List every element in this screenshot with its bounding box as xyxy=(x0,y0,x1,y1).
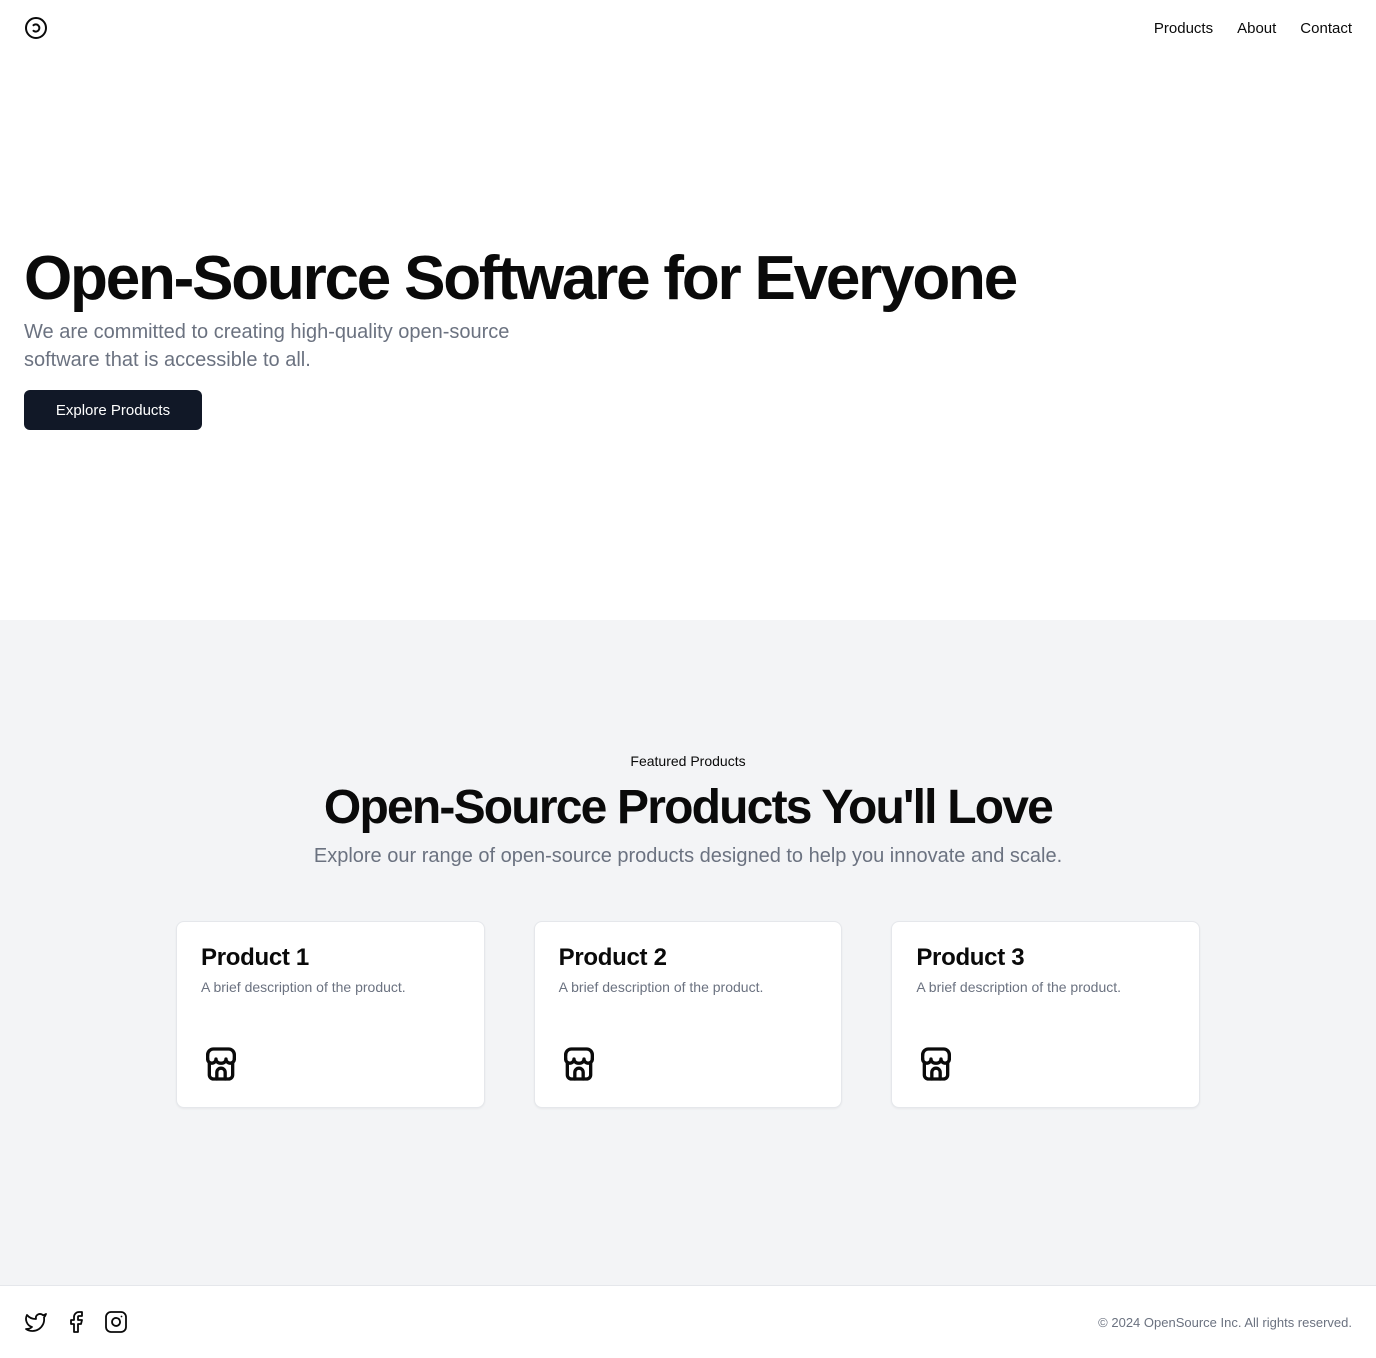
hero-subtitle: We are committed to creating high-qualit… xyxy=(24,321,510,371)
product-cards: Product 1 A brief description of the pro… xyxy=(176,921,1201,1108)
explore-products-button[interactable]: Explore Products xyxy=(24,390,202,430)
instagram-icon[interactable] xyxy=(104,1310,128,1334)
featured-eyebrow: Featured Products xyxy=(630,753,746,769)
product-title: Product 1 xyxy=(201,944,309,971)
facebook-icon[interactable] xyxy=(64,1310,88,1334)
site-header: Products About Contact xyxy=(0,0,1376,56)
featured-subtitle: Explore our range of open-source product… xyxy=(313,845,1063,867)
nav-link-products[interactable]: Products xyxy=(1154,20,1213,37)
featured-title: Open-Source Products You'll Love xyxy=(323,781,1054,834)
main-nav: Products About Contact xyxy=(1154,20,1352,37)
product-description: A brief description of the product. xyxy=(916,979,1122,995)
nav-link-about[interactable]: About xyxy=(1237,20,1276,37)
product-card-1[interactable]: Product 1 A brief description of the pro… xyxy=(176,921,485,1108)
social-links xyxy=(24,1310,128,1334)
store-icon xyxy=(916,1044,956,1084)
store-icon xyxy=(559,1044,599,1084)
featured-section: Featured Products Open-Source Products Y… xyxy=(0,620,1376,1285)
product-description: A brief description of the product. xyxy=(558,979,764,995)
product-card-3[interactable]: Product 3 A brief description of the pro… xyxy=(891,921,1201,1108)
hero-section: Open-Source Software for Everyone We are… xyxy=(24,244,1124,430)
store-icon xyxy=(201,1044,241,1084)
product-title: Product 2 xyxy=(558,944,667,971)
hero-title: Open-Source Software for Everyone xyxy=(24,244,1018,313)
nav-link-contact[interactable]: Contact xyxy=(1300,20,1352,37)
product-title: Product 3 xyxy=(916,944,1025,971)
product-description: A brief description of the product. xyxy=(201,979,406,995)
twitter-icon[interactable] xyxy=(24,1310,48,1334)
product-card-2[interactable]: Product 2 A brief description of the pro… xyxy=(533,921,843,1108)
site-footer: © 2024 OpenSource Inc. All rights reserv… xyxy=(0,1285,1376,1358)
copyright-text: © 2024 OpenSource Inc. All rights reserv… xyxy=(1098,1314,1352,1330)
copyleft-icon[interactable] xyxy=(24,16,48,40)
